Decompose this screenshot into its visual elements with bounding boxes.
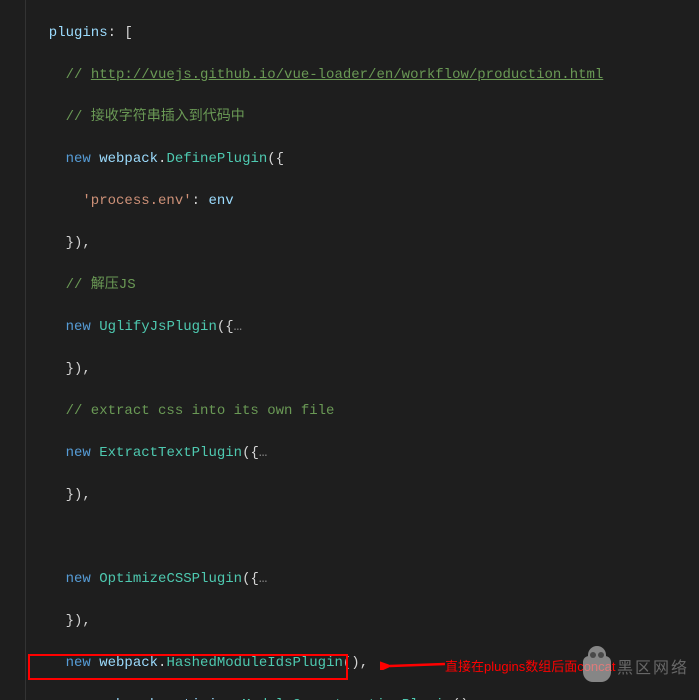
punctuation: }), [32,235,91,251]
fold-dots[interactable]: … [259,445,267,461]
identifier: webpack [91,151,158,167]
identifier: webpack [91,655,158,671]
keyword-new: new [66,151,91,167]
punctuation: ({ [217,319,234,335]
editor-gutter [0,0,26,700]
punctuation: }), [32,361,91,377]
fold-dots[interactable]: … [234,319,242,335]
comment: // 接收字符串插入到代码中 [32,109,245,125]
annotation-text: 直接在plugins数组后面concat [445,657,616,677]
comment: // 解压JS [32,277,136,293]
punctuation: (), [343,655,368,671]
keyword-new: new [66,319,91,335]
code-text: plugins: [ [32,25,133,41]
fold-dots[interactable]: … [259,571,267,587]
keyword-new: new [66,655,91,671]
punctuation: : [192,193,209,209]
class-name: ExtractTextPlugin [99,445,242,461]
comment: // [32,67,91,83]
punctuation: }), [32,613,91,629]
keyword-new: new [66,445,91,461]
comment: // extract css into its own file [32,403,334,419]
comment-url: http://vuejs.github.io/vue-loader/en/wor… [91,67,603,83]
class-name: DefinePlugin [166,151,267,167]
string: 'process.env' [32,193,192,209]
class-name: OptimizeCSSPlugin [99,571,242,587]
punctuation: ({ [267,151,284,167]
punctuation: ({ [242,571,259,587]
class-name: UglifyJsPlugin [99,319,217,335]
code-content[interactable]: plugins: [ // http://vuejs.github.io/vue… [26,0,699,700]
class-name: HashedModuleIdsPlugin [166,655,342,671]
punctuation: ({ [242,445,259,461]
code-editor[interactable]: plugins: [ // http://vuejs.github.io/vue… [0,0,699,700]
punctuation: }), [32,487,91,503]
keyword-new: new [66,571,91,587]
identifier: env [208,193,233,209]
